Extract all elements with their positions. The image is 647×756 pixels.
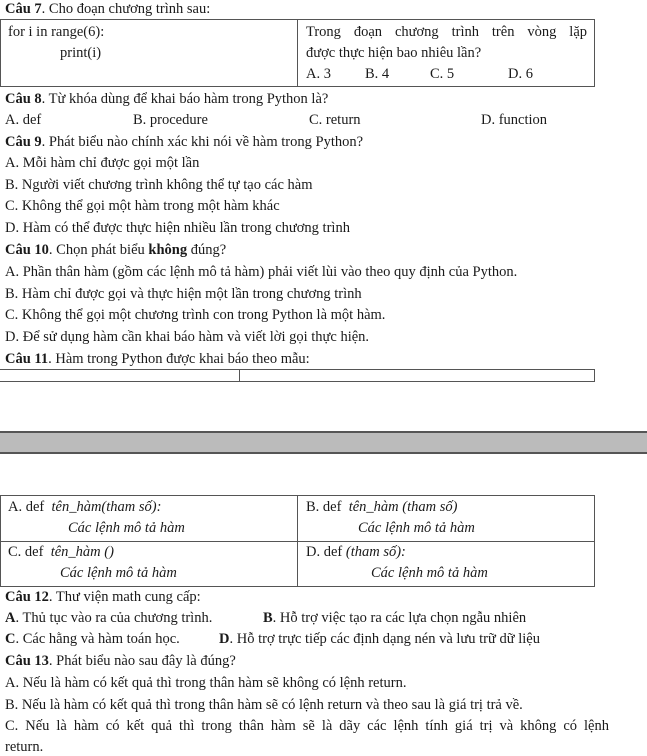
q9-option-d: D. Hàm có thể được thực hiện nhiều lần t… [5,220,350,236]
q12-option-a: A. Thủ tục vào ra của chương trình. [5,609,212,627]
q7-number: Câu 7 [5,1,42,17]
q11-option-b-body: Các lệnh mô tả hàm [358,520,475,536]
q8-option-d: D. function [481,112,548,128]
q8-option-a: A. def [5,112,42,128]
q10-option-d: D. Để sử dụng hàm cần khai báo hàm và vi… [5,329,370,345]
q8-prompt: . Từ khóa dùng để khai báo hàm trong Pyt… [41,91,329,107]
q12-option-c-letter: C [5,631,16,647]
q11-option-a-signature: tên_hàm(tham số): [51,499,162,515]
q10-number: Câu 10 [5,242,49,258]
q13-number: Câu 13 [5,653,49,669]
q11-option-c-label: C. def [8,544,44,560]
q11-option-d-head: D. def (tham số): [306,543,406,561]
q7-question-line1: Trong đoạn chương trình trên vòng lặp [306,24,587,40]
empty-table-divider [239,370,240,381]
q7-code-line1: for i in range(6): [8,24,105,40]
q7-title: Câu 7. Cho đoạn chương trình sau: [5,0,210,18]
q9-number: Câu 9 [5,134,42,150]
q12-option-b-text: . Hỗ trợ việc tạo ra các lựa chọn ngẫu n… [272,610,527,626]
q10-prompt-before: . Chọn phát biểu [48,242,149,258]
q12-option-b-letter: B [263,610,273,626]
q13-option-c-continued: return. [5,739,44,755]
q10-prompt-after: đúng? [187,242,227,258]
q12-prompt: . Thư viện math cung cấp: [48,589,201,605]
q12-option-d-letter: D [219,631,230,647]
q10-option-b: B. Hàm chỉ được gọi và thực hiện một lần… [5,286,362,302]
q9-option-c: C. Không thể gọi một hàm trong một hàm k… [5,198,280,214]
q12-option-d-text: . Hỗ trợ trực tiếp các định dạng nén và … [229,631,540,647]
q7-option-d: D. 6 [508,66,533,82]
q11-option-b-label: B. def [306,499,342,515]
q10-option-a: A. Phần thân hàm (gồm các lệnh mô tả hàm… [5,264,518,280]
q9-prompt: . Phát biểu nào chính xác khi nói về hàm… [41,134,364,150]
q7-option-b: B. 4 [365,66,390,82]
q9-option-b: B. Người viết chương trình không thể tự … [5,177,313,193]
q13-prompt: . Phát biểu nào sau đây là đúng? [48,653,236,669]
q10-prompt-bold: không [148,242,188,258]
q12-title: Câu 12. Thư viện math cung cấp: [5,588,201,606]
q11-title: Câu 11. Hàm trong Python được khai báo t… [5,350,310,368]
q12-option-c: C. Các hằng và hàm toán học. [5,630,180,648]
q9-option-a: A. Mỗi hàm chỉ được gọi một lần [5,155,200,171]
q11-option-b-head: B. def tên_hàm (tham số) [306,498,457,516]
q12-option-b: B. Hỗ trợ việc tạo ra các lựa chọn ngẫu … [263,609,526,627]
q13-option-c: C. Nếu là hàm có kết quả thì trong thân … [5,718,609,734]
q8-option-b: B. procedure [133,112,208,128]
q11-option-d-signature: (tham số): [345,544,406,560]
q12-option-c-text: . Các hằng và hàm toán học. [15,631,180,647]
q10-option-c: C. Không thể gọi một chương trình con tr… [5,307,386,323]
q11-number: Câu 11 [5,351,49,367]
empty-table [0,369,595,382]
q7-question-line2: được thực hiện bao nhiêu lần? [306,45,482,61]
q12-option-a-text: . Thủ tục vào ra của chương trình. [15,610,213,626]
q12-option-d: D. Hỗ trợ trực tiếp các định dạng nén và… [219,630,540,648]
gray-separator-bar [0,431,647,454]
q13-option-b: B. Nếu là hàm có kết quả thì trong thân … [5,697,523,713]
q12-number: Câu 12 [5,589,49,605]
q13-option-a: A. Nếu là hàm có kết quả thì trong thân … [5,675,407,691]
q7-table: for i in range(6): print(i) Trong đoạn c… [0,19,595,87]
q11-option-a-label: A. def [8,499,45,515]
q11-option-b-signature: tên_hàm (tham số) [348,499,458,515]
q11-option-c-head: C. def tên_hàm () [8,543,114,561]
q7-option-c: C. 5 [430,66,455,82]
q11-options-table: A. def tên_hàm(tham số): Các lệnh mô tả … [0,495,595,587]
q9-title: Câu 9. Phát biểu nào chính xác khi nói v… [5,133,363,151]
q13-title: Câu 13. Phát biểu nào sau đây là đúng? [5,652,236,670]
q11-option-d-label: D. def [306,544,343,560]
q11-option-a-body: Các lệnh mô tả hàm [68,520,185,536]
q8-option-c: C. return [309,112,361,128]
q10-title: Câu 10. Chọn phát biểu không đúng? [5,241,226,259]
q11-option-c-body: Các lệnh mô tả hàm [60,565,177,581]
q12-option-a-letter: A [5,610,16,626]
q7-code-line2: print(i) [60,45,102,61]
q11-prompt: . Hàm trong Python được khai báo theo mẫ… [48,351,310,367]
q7-option-a: A. 3 [306,66,331,82]
q7-prompt: . Cho đoạn chương trình sau: [41,1,211,17]
q11-option-c-signature: tên_hàm () [50,544,114,560]
q11-option-a-head: A. def tên_hàm(tham số): [8,498,161,516]
q7-table-divider [297,20,298,86]
q8-title: Câu 8. Từ khóa dùng để khai báo hàm tron… [5,90,328,108]
q11-option-d-body: Các lệnh mô tả hàm [371,565,488,581]
q11-table-hdivider [1,541,594,542]
q8-number: Câu 8 [5,91,42,107]
